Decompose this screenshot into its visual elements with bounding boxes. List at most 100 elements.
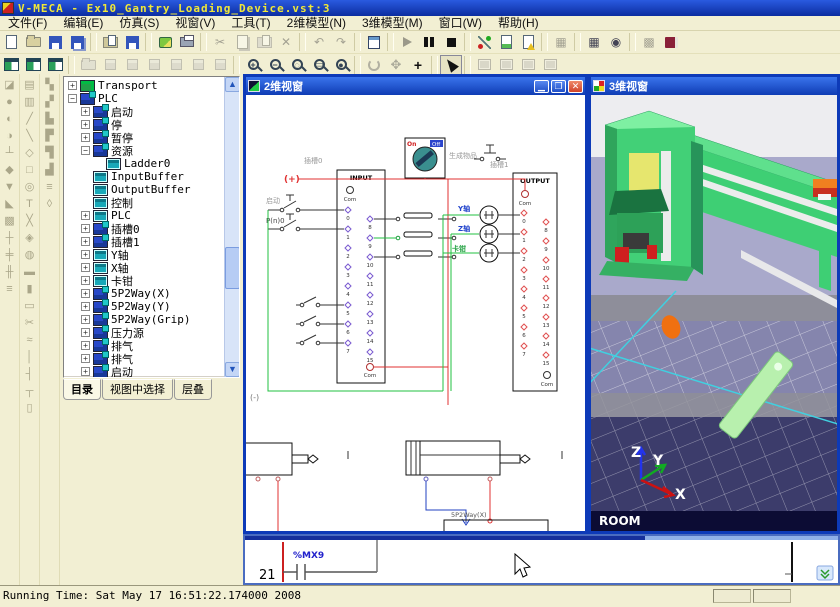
tree-item-6[interactable]: −资源 [64, 144, 224, 157]
palette-tool-3-8[interactable]: ◊ [41, 195, 59, 212]
open-file-button[interactable] [22, 32, 44, 52]
palette-tool-2-2[interactable]: ▥ [21, 93, 39, 110]
cascade-windows-button[interactable] [517, 55, 539, 75]
tree-expander-icon[interactable]: + [81, 107, 90, 116]
tree-tab-2[interactable]: 视图中选择 [102, 379, 173, 400]
tile-horizontal-button[interactable] [473, 55, 495, 75]
palette-tool-2-14[interactable]: ▭ [21, 297, 39, 314]
tree-expander-icon[interactable]: + [81, 341, 90, 350]
menu-item-4[interactable]: 视窗(V) [167, 16, 223, 31]
palette-tool-3-3[interactable]: ▙ [41, 110, 59, 127]
tree-item-22[interactable]: +排气 [64, 352, 224, 365]
menu-item-5[interactable]: 工具(T) [223, 16, 278, 31]
palette-tool-1-4[interactable]: ◑ [1, 127, 19, 144]
close-icon[interactable]: ✕ [568, 80, 583, 93]
tree-expander-icon[interactable]: + [81, 302, 90, 311]
palette-tool-2-1[interactable]: ▤ [21, 76, 39, 93]
connection-button[interactable] [473, 32, 495, 52]
zoom-out-button[interactable]: − [264, 55, 286, 75]
tree-item-7[interactable]: Ladder0 [64, 157, 224, 170]
report-button[interactable] [495, 32, 517, 52]
hint-lamp-button[interactable]: ◉ [605, 32, 627, 52]
menu-item-1[interactable]: 文件(F) [0, 16, 55, 31]
palette-tool-2-20[interactable]: ▯ [21, 399, 39, 416]
palette-tool-1-6[interactable]: ◆ [1, 161, 19, 178]
save-project-button[interactable] [121, 32, 143, 52]
ladder-scroll-down-icon[interactable] [817, 566, 833, 580]
arrange-icons-button[interactable] [539, 55, 561, 75]
tree-expander-icon[interactable]: + [81, 133, 90, 142]
window-3d-titlebar[interactable]: 3维视窗 [591, 77, 837, 95]
layout-both-button[interactable] [44, 55, 66, 75]
tree-item-8[interactable]: InputBuffer [64, 170, 224, 183]
palette-tool-3-2[interactable]: ▞ [41, 93, 59, 110]
tree-expander-icon[interactable]: + [81, 250, 90, 259]
menu-item-7[interactable]: 3维模型(M) [354, 16, 431, 31]
help-book-button[interactable] [660, 32, 682, 52]
palette-tool-2-18[interactable]: ┤ [21, 365, 39, 382]
palette-tool-2-9[interactable]: ╳ [21, 212, 39, 229]
palette-tool-2-5[interactable]: ◇ [21, 144, 39, 161]
palette-tool-2-15[interactable]: ✂ [21, 314, 39, 331]
view-back-button[interactable] [121, 55, 143, 75]
view-left-button[interactable] [143, 55, 165, 75]
view-front-button[interactable] [99, 55, 121, 75]
tree-item-17[interactable]: +5P2Way(X) [64, 287, 224, 300]
view-top-button[interactable] [187, 55, 209, 75]
palette-tool-3-5[interactable]: ▜ [41, 144, 59, 161]
menu-item-6[interactable]: 2维模型(N) [279, 16, 354, 31]
tree-expander-icon[interactable]: + [81, 211, 90, 220]
tile-vertical-button[interactable] [495, 55, 517, 75]
palette-tool-3-7[interactable]: ≡ [41, 178, 59, 195]
tree-item-18[interactable]: +5P2Way(Y) [64, 300, 224, 313]
open-project-button[interactable] [99, 32, 121, 52]
layout-2d-button[interactable] [0, 55, 22, 75]
palette-tool-1-1[interactable]: ◪ [1, 76, 19, 93]
simulation-settings-button[interactable] [363, 32, 385, 52]
palette-tool-1-2[interactable]: ● [1, 93, 19, 110]
palette-tool-1-5[interactable]: ┴ [1, 144, 19, 161]
palette-tool-2-13[interactable]: ▮ [21, 280, 39, 297]
palette-tool-2-16[interactable]: ≈ [21, 331, 39, 348]
tree-expander-icon[interactable]: + [68, 81, 77, 90]
paste-button[interactable] [253, 32, 275, 52]
scroll-down-icon[interactable]: ▼ [225, 362, 240, 377]
print-button[interactable] [176, 32, 198, 52]
tree-item-16[interactable]: +卡钳 [64, 274, 224, 287]
tree-expander-icon[interactable]: + [81, 289, 90, 298]
move-view-button[interactable]: + [407, 55, 429, 75]
rotate-view-button[interactable] [363, 55, 385, 75]
tree-item-4[interactable]: +停 [64, 118, 224, 131]
tree-expander-icon[interactable]: + [81, 263, 90, 272]
palette-tool-1-8[interactable]: ◣ [1, 195, 19, 212]
scroll-up-icon[interactable]: ▲ [225, 77, 240, 92]
tree-expander-icon[interactable]: − [68, 94, 77, 103]
tree-item-20[interactable]: +压力源 [64, 326, 224, 339]
pan-view-button[interactable]: ✥ [385, 55, 407, 75]
import-model-button[interactable] [154, 32, 176, 52]
menu-item-8[interactable]: 窗口(W) [431, 16, 490, 31]
ladder-panel[interactable]: 21 %MX9 [243, 534, 840, 585]
minimize-icon[interactable]: ▁ [534, 80, 549, 93]
tree-item-19[interactable]: +5P2Way(Grip) [64, 313, 224, 326]
scene-3d-canvas[interactable]: Z Y X ROOM [591, 95, 837, 531]
tree-expander-icon[interactable]: + [81, 237, 90, 246]
palette-tool-1-12[interactable]: ╫ [1, 263, 19, 280]
error-list-button[interactable] [517, 32, 539, 52]
tree-item-11[interactable]: +PLC [64, 209, 224, 222]
window-2d-titlebar[interactable]: 2维视窗 ▁ ❒ ✕ [246, 77, 585, 95]
tree-expander-icon[interactable]: + [81, 354, 90, 363]
title-bar[interactable]: V-MECA - Ex10_Gantry_Loading_Device.vst:… [0, 0, 840, 16]
undo-button[interactable]: ↶ [308, 32, 330, 52]
palette-tool-1-11[interactable]: ╪ [1, 246, 19, 263]
tree-scrollbar[interactable]: ▲ ▼ [224, 77, 239, 377]
palette-tool-2-6[interactable]: □ [21, 161, 39, 178]
tree-item-3[interactable]: +启动 [64, 105, 224, 118]
tree-item-14[interactable]: +Y轴 [64, 248, 224, 261]
menu-item-3[interactable]: 仿真(S) [111, 16, 167, 31]
pause-button[interactable] [418, 32, 440, 52]
copy-button[interactable] [231, 32, 253, 52]
palette-tool-3-6[interactable]: ▟ [41, 161, 59, 178]
tree-item-23[interactable]: +启动 [64, 365, 224, 378]
cut-button[interactable]: ✂ [209, 32, 231, 52]
